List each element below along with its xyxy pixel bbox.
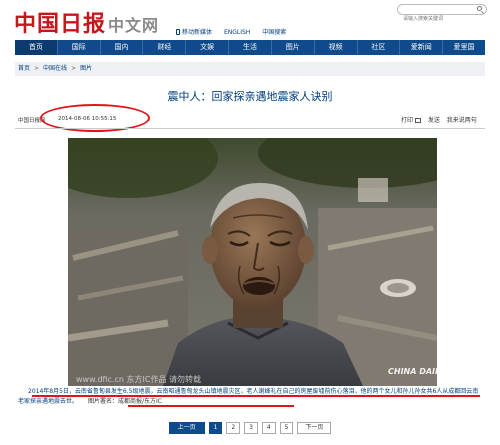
- breadcrumb-photos[interactable]: 图片: [80, 65, 92, 72]
- nav-item-photos[interactable]: 图片: [272, 40, 315, 55]
- article-photo: [68, 138, 437, 386]
- article-title: 震中人：回家探亲遇地震家人诀别: [167, 90, 333, 103]
- nav-item-finance[interactable]: 财经: [143, 40, 187, 55]
- photo-watermark: www.dfic.cn 东方IC作品 请勿转载: [76, 375, 201, 384]
- nav-item-patriot[interactable]: 爱里国: [443, 40, 485, 55]
- china-search-link[interactable]: 中国搜索: [262, 29, 286, 36]
- search-icon[interactable]: [477, 6, 482, 11]
- breadcrumb: 首页 > 中国在线 > 图片: [15, 62, 485, 76]
- crying-elderly-man-photo: [68, 138, 437, 386]
- nav-item-news[interactable]: 爱新闻: [400, 40, 444, 55]
- email-button[interactable]: 发送: [428, 117, 440, 124]
- page-button-2[interactable]: 2: [226, 422, 241, 434]
- nav-item-life[interactable]: 生活: [229, 40, 272, 55]
- printer-icon: [414, 118, 421, 123]
- page-button-5[interactable]: 5: [279, 422, 294, 434]
- search-input[interactable]: [398, 14, 475, 24]
- english-link[interactable]: ENGLISH: [224, 29, 250, 36]
- breadcrumb-home[interactable]: 首页: [18, 65, 30, 72]
- mobile-link[interactable]: 移动新媒体: [176, 29, 212, 36]
- next-page-button[interactable]: 下一页: [297, 422, 332, 434]
- breadcrumb-china-online[interactable]: 中国在线: [43, 65, 67, 72]
- site-logo[interactable]: 中国日报: [14, 6, 106, 38]
- main-nav: 首页 国际 国内 财经 文娱 生活 图片 视频 社区 爱新闻 爱里国: [15, 40, 485, 55]
- nav-item-china[interactable]: 国内: [101, 40, 144, 55]
- page-button-3[interactable]: 3: [244, 422, 258, 434]
- caption-underline-annotation: [32, 395, 480, 397]
- photo-caption: 2014年8月5日，云南省鲁甸县发生6.5级地震，云南昭通鲁甸龙头山镇地震灾区，…: [18, 387, 480, 407]
- breadcrumb-separator: >: [71, 65, 77, 72]
- print-button[interactable]: 打印: [401, 117, 421, 124]
- nav-item-community[interactable]: 社区: [358, 40, 401, 55]
- divider: [15, 128, 485, 129]
- article-tools: 打印 发送 我来说两句: [396, 115, 477, 124]
- nav-item-home[interactable]: 首页: [15, 40, 58, 55]
- nav-item-video[interactable]: 视频: [315, 40, 358, 55]
- search-box[interactable]: [397, 4, 487, 24]
- top-links: 移动新媒体 ENGLISH 中国搜索: [176, 27, 296, 36]
- comment-button[interactable]: 我来说两句: [447, 117, 477, 124]
- pagination: 上一页 1 2 3 4 5 下一页: [0, 422, 500, 434]
- page-button-1[interactable]: 1: [208, 422, 223, 434]
- nav-item-world[interactable]: 国际: [58, 40, 101, 55]
- breadcrumb-separator: >: [34, 65, 40, 72]
- caption-source: 图片署名：成都商报/东方IC: [88, 398, 162, 405]
- prev-page-button[interactable]: 上一页: [168, 422, 205, 434]
- china-daily-badge: CHINA DAILY: [388, 367, 445, 376]
- nav-item-entertainment[interactable]: 文娱: [186, 40, 230, 55]
- caption-underline-annotation: [128, 405, 294, 407]
- page-button-4[interactable]: 4: [261, 422, 276, 434]
- mobile-phone-icon: [176, 29, 180, 35]
- site-name[interactable]: 中文网: [108, 12, 159, 36]
